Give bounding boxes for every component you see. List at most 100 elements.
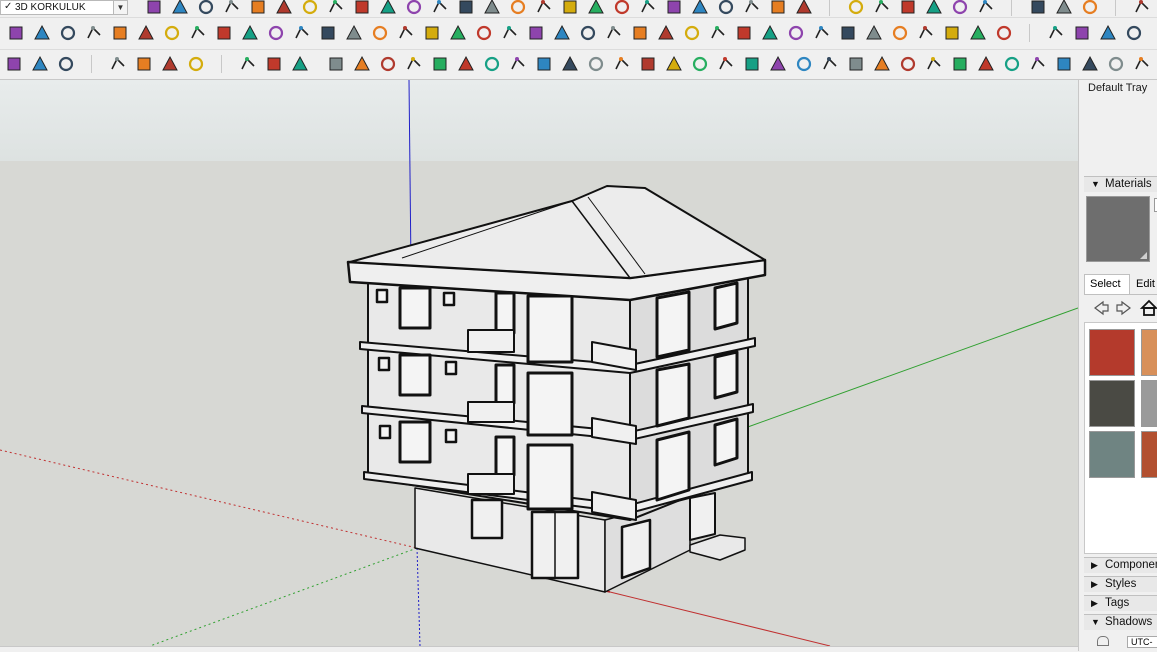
toolbar-row1-tool-11-icon[interactable] [431,0,449,16]
tags-panel-header[interactable]: ▶ Tags [1084,595,1157,611]
toolbar-row1-tool-7-icon[interactable] [327,0,345,16]
toolbar-row2-tool-4-icon[interactable] [111,24,129,42]
toolbar-row3b-tool-10-icon[interactable] [587,55,605,73]
toolbar-row2-tool-30-icon[interactable] [787,24,805,42]
toolbar-row2-tool-17-icon[interactable] [449,24,467,42]
toolbar-row1-tool-13-icon[interactable] [483,0,501,16]
toolbar-row3b-tool-1-icon[interactable] [353,55,371,73]
toolbar-row1-tool-21-icon[interactable] [691,0,709,16]
toolbar-row1-tool-27-icon[interactable] [873,0,891,16]
toolbar-row3-tool-5-icon[interactable] [161,55,179,73]
toolbar-row3b-tool-9-icon[interactable] [561,55,579,73]
toolbar-row1-tool-10-icon[interactable] [405,0,423,16]
toolbar-row3b-tool-23-icon[interactable] [925,55,943,73]
toolbar-row2-tool-0-icon[interactable] [7,24,25,42]
toolbar-row2-tool-12-icon[interactable] [319,24,337,42]
toolbar-row1-tool-1-icon[interactable] [171,0,189,16]
toolbar-row1-tool-25-icon[interactable] [795,0,813,16]
styles-panel-header[interactable]: ▶ Styles [1084,576,1157,592]
back-arrow-icon[interactable] [1094,300,1109,316]
toolbar-row2-tool-27-icon[interactable] [709,24,727,42]
toolbar-row2-tool-38-icon[interactable] [995,24,1013,42]
toolbar-row3b-tool-12-icon[interactable] [639,55,657,73]
toolbar-row1-tool-9-icon[interactable] [379,0,397,16]
terracotta-swatch[interactable] [1141,431,1157,478]
toolbar-row2-tool-41-icon[interactable] [1099,24,1117,42]
toolbar-row3b-tool-28-icon[interactable] [1055,55,1073,73]
toolbar-row2-tool-16-icon[interactable] [423,24,441,42]
grey-shingle-swatch[interactable] [1141,380,1157,427]
toolbar-row1-tool-2-icon[interactable] [197,0,215,16]
toolbar-row2-tool-34-icon[interactable] [891,24,909,42]
toolbar-row3b-tool-29-icon[interactable] [1081,55,1099,73]
toolbar-row3b-tool-0-icon[interactable] [327,55,345,73]
toolbar-row2-tool-15-icon[interactable] [397,24,415,42]
toolbar-row2-tool-28-icon[interactable] [735,24,753,42]
red-roof-tile-swatch[interactable] [1089,329,1135,376]
toolbar-row3b-tool-3-icon[interactable] [405,55,423,73]
toolbar-row2-tool-22-icon[interactable] [579,24,597,42]
timezone-dropdown[interactable]: UTC- [1127,636,1157,648]
materials-panel-header[interactable]: ▼ Materials [1084,176,1157,192]
toolbar-row1-tool-19-icon[interactable] [639,0,657,16]
toolbar-row2-tool-31-icon[interactable] [813,24,831,42]
toolbar-row2-tool-8-icon[interactable] [215,24,233,42]
toolbar-row2-tool-2-icon[interactable] [59,24,77,42]
toolbar-row1-tool-23-icon[interactable] [743,0,761,16]
modeling-viewport[interactable] [0,80,1078,646]
toolbar-row3-tool-7-icon[interactable] [239,55,257,73]
toolbar-row3b-tool-16-icon[interactable] [743,55,761,73]
orange-shingle-swatch[interactable] [1141,329,1157,376]
toolbar-row1-tool-4-icon[interactable] [249,0,267,16]
toolbar-row2-tool-42-icon[interactable] [1125,24,1143,42]
toolbar-row3b-tool-30-icon[interactable] [1107,55,1125,73]
blue-grey-stone-swatch[interactable] [1089,431,1135,478]
toolbar-row2-tool-20-icon[interactable] [527,24,545,42]
toolbar-row2-tool-23-icon[interactable] [605,24,623,42]
dark-slate-shingle-swatch[interactable] [1089,380,1135,427]
toolbar-row3b-tool-22-icon[interactable] [899,55,917,73]
toolbar-row3b-tool-21-icon[interactable] [873,55,891,73]
toolbar-row3-tool-9-icon[interactable] [291,55,309,73]
toolbar-row3b-tool-2-icon[interactable] [379,55,397,73]
toolbar-row3b-tool-17-icon[interactable] [769,55,787,73]
toolbar-row2-tool-3-icon[interactable] [85,24,103,42]
material-preview[interactable] [1086,196,1150,262]
components-panel-header[interactable]: ▶ Components [1084,557,1157,573]
viewport-canvas[interactable] [0,80,1078,646]
toolbar-row1-tool-18-icon[interactable] [613,0,631,16]
toolbar-row3b-tool-11-icon[interactable] [613,55,631,73]
toolbar-row1-tool-29-icon[interactable] [925,0,943,16]
shadow-toggle-icon[interactable] [1097,636,1109,646]
toolbar-row1-tool-0-icon[interactable] [145,0,163,16]
toolbar-row1-tool-15-icon[interactable] [535,0,553,16]
toolbar-row2-tool-6-icon[interactable] [163,24,181,42]
toolbar-row3b-tool-20-icon[interactable] [847,55,865,73]
toolbar-row2-tool-36-icon[interactable] [943,24,961,42]
toolbar-row2-tool-21-icon[interactable] [553,24,571,42]
toolbar-row2-tool-26-icon[interactable] [683,24,701,42]
toolbar-row2-tool-18-icon[interactable] [475,24,493,42]
tab-edit[interactable]: Edit [1136,278,1155,290]
toolbar-row2-tool-11-icon[interactable] [293,24,311,42]
toolbar-row2-tool-5-icon[interactable] [137,24,155,42]
toolbar-row3b-tool-15-icon[interactable] [717,55,735,73]
toolbar-row2-tool-37-icon[interactable] [969,24,987,42]
toolbar-row1-tool-31-icon[interactable] [977,0,995,16]
toolbar-row3b-tool-19-icon[interactable] [821,55,839,73]
toolbar-row1-tool-22-icon[interactable] [717,0,735,16]
tag-dropdown[interactable]: ✓ 3D KORKULUK ▼ [0,0,128,15]
toolbar-row3-tool-3-icon[interactable] [109,55,127,73]
toolbar-row2-tool-25-icon[interactable] [657,24,675,42]
toolbar-row3b-tool-18-icon[interactable] [795,55,813,73]
toolbar-row1-tool-16-icon[interactable] [561,0,579,16]
toolbar-row1-tool-32-icon[interactable] [1029,0,1047,16]
toolbar-row2-tool-32-icon[interactable] [839,24,857,42]
toolbar-row1-tool-17-icon[interactable] [587,0,605,16]
toolbar-row2-tool-40-icon[interactable] [1073,24,1091,42]
toolbar-row2-tool-13-icon[interactable] [345,24,363,42]
toolbar-row3b-tool-8-icon[interactable] [535,55,553,73]
toolbar-row3b-tool-6-icon[interactable] [483,55,501,73]
toolbar-row2-tool-33-icon[interactable] [865,24,883,42]
toolbar-row1-tool-33-icon[interactable] [1055,0,1073,16]
